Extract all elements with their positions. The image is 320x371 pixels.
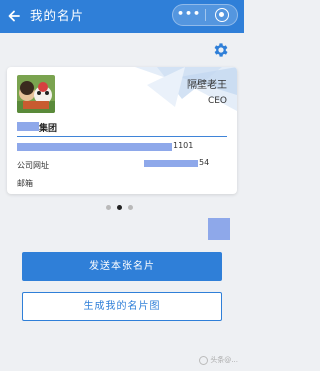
watermark-text: 头条@... bbox=[210, 356, 238, 364]
redacted-website bbox=[144, 160, 198, 167]
redacted-phone bbox=[17, 143, 172, 151]
more-dots-icon[interactable]: ••• bbox=[173, 5, 205, 25]
avatar bbox=[17, 75, 55, 113]
generate-card-image-button[interactable]: 生成我的名片图 bbox=[22, 292, 222, 321]
gear-icon[interactable] bbox=[212, 41, 230, 59]
redacted-thumbnail bbox=[208, 218, 230, 240]
card-name: 隔壁老王 bbox=[187, 80, 227, 91]
watermark-logo-icon bbox=[199, 355, 209, 365]
send-card-button[interactable]: 发送本张名片 bbox=[22, 252, 222, 281]
capsule-divider bbox=[205, 9, 206, 21]
watermark: 头条@... bbox=[199, 355, 238, 365]
close-target-icon[interactable] bbox=[215, 8, 229, 22]
card-website: 54 bbox=[199, 158, 210, 167]
pager-dot[interactable] bbox=[106, 205, 111, 210]
email-label: 邮箱 bbox=[17, 179, 33, 188]
business-card[interactable]: 隔壁老王 CEO 集团 1101 公司网址 54 邮箱 bbox=[7, 67, 237, 194]
page-title: 我的名片 bbox=[30, 8, 85, 23]
mini-program-capsule: ••• bbox=[172, 4, 238, 26]
website-label: 公司网址 bbox=[17, 161, 49, 170]
pager-dot-active[interactable] bbox=[117, 205, 122, 210]
card-phone: 1101 bbox=[173, 141, 194, 150]
pager-dot[interactable] bbox=[128, 205, 133, 210]
card-divider bbox=[17, 136, 227, 137]
nav-bar: 我的名片 ••• bbox=[0, 0, 244, 33]
card-company: 集团 bbox=[39, 124, 58, 134]
card-role: CEO bbox=[207, 96, 227, 106]
redacted-company-name bbox=[17, 122, 39, 131]
back-arrow-icon[interactable] bbox=[5, 6, 23, 26]
